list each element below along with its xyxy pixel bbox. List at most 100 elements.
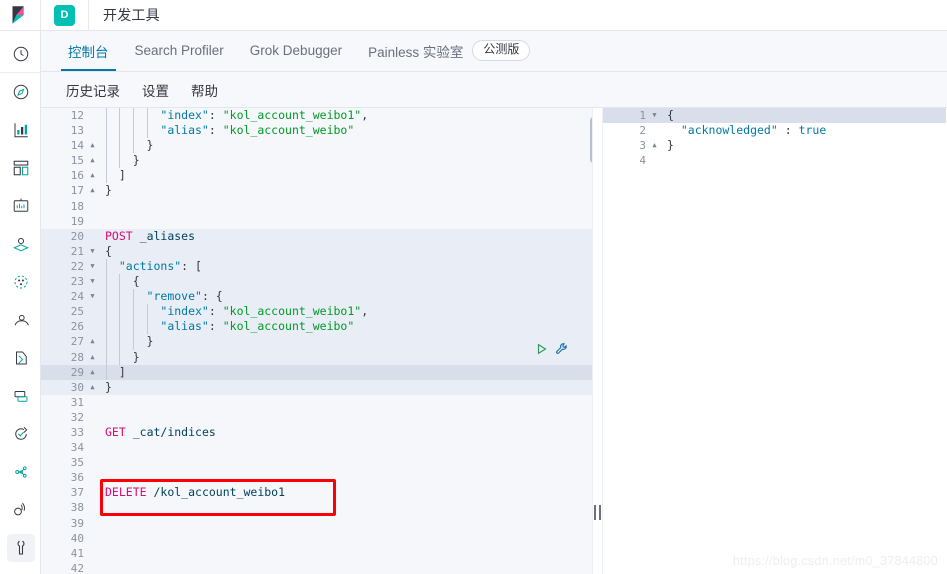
fold-close-icon[interactable]: ▲ <box>88 138 97 153</box>
indent-guide <box>119 138 121 154</box>
tab-search-profiler[interactable]: Search Profiler <box>122 30 237 71</box>
request-editor-lines: 12 "index": "kol_account_weibo1", 13 "ali… <box>41 108 592 574</box>
code-line[interactable]: 1 ▼ { <box>603 108 946 124</box>
space-selector-button[interactable]: D <box>41 0 89 31</box>
code-line[interactable]: 34 <box>41 440 592 455</box>
line-number: 22 ▼ <box>41 259 95 274</box>
sidebar-item-discover[interactable] <box>0 73 41 111</box>
sidebar-item-uptime[interactable] <box>0 415 41 453</box>
fold-close-icon[interactable]: ▲ <box>88 153 97 168</box>
sidebar-item-dev-tools[interactable] <box>0 529 41 567</box>
code-line[interactable]: 17 ▲} <box>41 183 592 198</box>
code-token: } <box>132 153 140 168</box>
sidebar-item-infrastructure[interactable] <box>0 301 41 339</box>
tab-painless-lab-label: Painless 实验室 <box>368 44 464 60</box>
code-line[interactable]: 26 "alias": "kol_account_weibo" <box>41 319 592 335</box>
gutter-gap <box>88 485 99 500</box>
code-line[interactable]: 18 <box>41 199 592 214</box>
sidebar-item-apm[interactable] <box>0 377 41 415</box>
tab-painless-lab[interactable]: Painless 实验室 公测版 <box>355 30 543 71</box>
panel-resizer[interactable] <box>592 108 603 574</box>
code-line[interactable]: 30 ▲} <box>41 379 592 395</box>
compass-icon <box>7 78 35 106</box>
code-line[interactable]: 36 <box>41 470 592 485</box>
sidebar-item-visualize[interactable] <box>0 111 41 149</box>
code-line[interactable]: 12 "index": "kol_account_weibo1", <box>41 108 592 124</box>
sidebar-item-siem[interactable] <box>0 453 41 491</box>
sidebar-item-maps[interactable] <box>0 225 41 263</box>
fold-close-icon[interactable]: ▲ <box>88 334 97 349</box>
code-line[interactable]: 24 ▼ "remove": { <box>41 289 592 305</box>
sidebar-item-logs[interactable] <box>0 339 41 377</box>
code-text: } <box>99 138 592 154</box>
sidebar-item-recently-viewed[interactable] <box>0 35 41 73</box>
code-line[interactable]: 23 ▼ { <box>41 274 592 290</box>
sidebar-item-canvas[interactable] <box>0 187 41 225</box>
code-line[interactable]: 13 "alias": "kol_account_weibo" <box>41 123 592 139</box>
tab-grok-debugger[interactable]: Grok Debugger <box>237 30 355 71</box>
fold-open-icon[interactable]: ▼ <box>88 259 97 274</box>
indent-guide <box>105 153 107 169</box>
fold-open-icon[interactable]: ▼ <box>88 289 97 304</box>
code-text: "actions": [ <box>99 258 592 275</box>
code-line[interactable]: 3 ▲} <box>603 138 946 153</box>
line-number: 42 <box>70 561 84 574</box>
request-editor[interactable]: 12 "index": "kol_account_weibo1", 13 "ali… <box>41 108 592 574</box>
sidebar-item-monitoring[interactable] <box>0 491 41 529</box>
code-line[interactable]: 41 <box>41 546 592 561</box>
sidebar-item-machine-learning[interactable] <box>0 263 41 301</box>
code-line[interactable]: 35 <box>41 455 592 470</box>
code-line[interactable]: 21 ▼ { <box>41 243 592 259</box>
fold-open-icon[interactable]: ▼ <box>650 108 659 123</box>
code-line[interactable]: 39 <box>41 516 592 531</box>
play-icon[interactable] <box>535 342 549 361</box>
sidebar-item-stack-management[interactable] <box>0 567 41 574</box>
code-line[interactable]: 31 <box>41 395 592 410</box>
fold-close-icon[interactable]: ▲ <box>88 168 97 183</box>
fold-close-icon[interactable]: ▲ <box>88 183 97 198</box>
code-line[interactable]: 27 ▲ } <box>41 334 592 350</box>
code-line[interactable]: 25 "index": "kol_account_weibo1", <box>41 304 592 320</box>
indent-guide <box>119 274 121 290</box>
fold-open-icon[interactable]: ▼ <box>88 274 97 289</box>
code-line[interactable]: 15 ▲ } <box>41 153 592 169</box>
wrench-icon[interactable] <box>555 342 569 361</box>
code-line[interactable]: 4 <box>603 153 946 168</box>
code-line[interactable]: 40 <box>41 531 592 546</box>
code-token: } <box>105 183 112 198</box>
submenu-item-history[interactable]: 历史记录 <box>55 80 131 100</box>
code-line[interactable]: 29 ▲ ] <box>41 364 592 380</box>
code-line[interactable]: 38 <box>41 500 592 515</box>
code-line[interactable]: 14 ▲ } <box>41 138 592 154</box>
code-text: "index": "kol_account_weibo1", <box>99 304 592 320</box>
kibana-home-button[interactable] <box>0 0 41 31</box>
code-line[interactable]: 32 <box>41 410 592 425</box>
code-line[interactable]: 33 GET _cat/indices <box>41 425 592 440</box>
code-line[interactable]: 19 <box>41 214 592 229</box>
sidebar-item-dashboard[interactable] <box>0 149 41 187</box>
tab-console[interactable]: 控制台 <box>55 30 122 71</box>
indent-guide <box>105 319 107 335</box>
indent-guide <box>105 304 107 320</box>
fold-close-icon[interactable]: ▲ <box>88 350 97 365</box>
fold-close-icon[interactable]: ▲ <box>88 380 97 395</box>
gutter-gap <box>88 531 99 546</box>
fold-open-icon[interactable]: ▼ <box>88 244 97 259</box>
code-line[interactable]: 16 ▲ ] <box>41 168 592 184</box>
code-line[interactable]: 2 "acknowledged" : true <box>603 123 946 138</box>
fold-close-icon[interactable]: ▲ <box>650 138 659 153</box>
line-number: 14 ▲ <box>41 138 95 153</box>
indent-guide <box>147 304 149 320</box>
code-text: DELETE /kol_account_weibo1 <box>99 485 592 500</box>
submenu-item-settings[interactable]: 设置 <box>131 80 180 100</box>
code-line[interactable]: 20 POST _aliases <box>41 228 592 244</box>
line-number: 32 <box>70 410 84 424</box>
response-editor[interactable]: 1 ▼{2 "acknowledged" : true 3 ▲} 4 https://b… <box>603 108 946 574</box>
submenu-item-help[interactable]: 帮助 <box>180 80 229 100</box>
code-line[interactable]: 22 ▼ "actions": [ <box>41 258 592 275</box>
code-line[interactable]: 42 <box>41 561 592 574</box>
fold-close-icon[interactable]: ▲ <box>88 365 97 380</box>
code-line[interactable]: 37 DELETE /kol_account_weibo1 <box>41 485 592 500</box>
code-token: "kol_account_weibo1" <box>222 304 362 319</box>
code-line[interactable]: 28 ▲ } <box>41 349 592 365</box>
